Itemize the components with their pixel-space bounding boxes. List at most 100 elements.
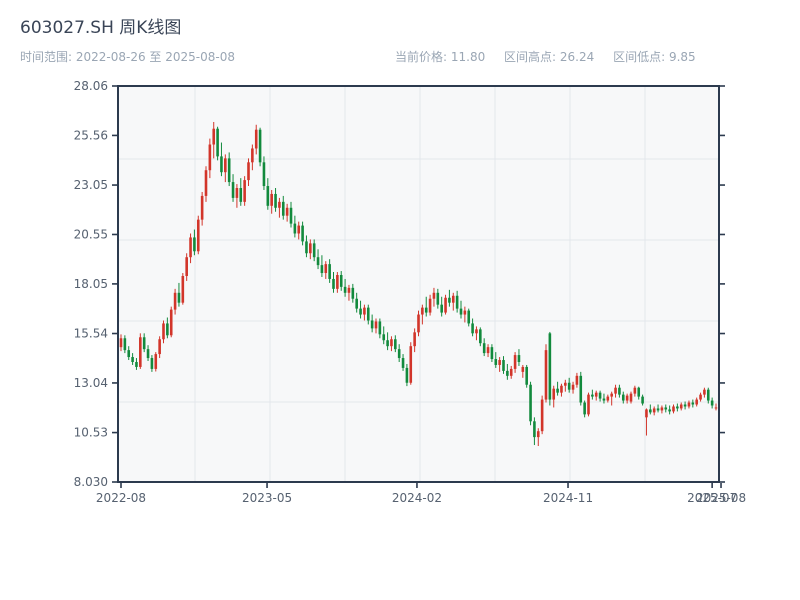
y-axis-label: 15.54: [74, 327, 108, 341]
candle-body: [455, 295, 459, 309]
candle-body: [482, 343, 486, 354]
candle-body: [463, 310, 467, 315]
candle-body: [193, 237, 196, 252]
candle-body: [370, 320, 374, 329]
y-axis-label: 8.030: [74, 475, 108, 489]
candle-body: [274, 193, 277, 208]
candle-body: [621, 394, 625, 401]
candle-body: [289, 207, 293, 224]
candle-body: [390, 339, 393, 347]
y-axis-label: 23.05: [74, 178, 108, 192]
candle-body: [637, 387, 641, 397]
candle-body: [714, 407, 718, 409]
candle-body: [297, 225, 301, 234]
candle-body: [131, 357, 134, 362]
y-axis-label: 18.05: [74, 277, 108, 291]
candle-body: [413, 332, 416, 347]
candle-body: [169, 309, 173, 336]
candle-body: [224, 158, 227, 173]
candle-body: [347, 287, 351, 293]
candle-body: [177, 292, 181, 303]
x-axis-label: 2022-08: [96, 491, 146, 505]
candle-body: [401, 358, 405, 368]
candle-body: [320, 265, 324, 274]
candle-body: [185, 257, 188, 276]
candle-body: [417, 314, 420, 333]
candle-body: [633, 387, 637, 394]
candle-body: [444, 297, 447, 313]
y-axis-label: 20.55: [74, 227, 108, 241]
candle-body: [676, 406, 679, 409]
candle-body: [231, 182, 235, 198]
candle-body: [127, 350, 131, 358]
candle-body: [536, 431, 540, 438]
candle-body: [135, 361, 138, 367]
candle-body: [200, 195, 204, 220]
candle-body: [366, 307, 370, 321]
candle-body: [494, 359, 498, 365]
candle-body: [328, 264, 331, 279]
candle-body: [204, 170, 208, 196]
candle-body: [142, 337, 146, 350]
candle-body: [150, 358, 154, 369]
candle-body: [471, 323, 474, 334]
candle-body: [382, 334, 386, 341]
candle-body: [656, 408, 660, 411]
candle-body: [409, 346, 413, 383]
candle-body: [305, 241, 308, 254]
candle-body: [212, 128, 216, 145]
candle-body: [560, 385, 563, 393]
candle-body: [625, 395, 629, 401]
candle-body: [189, 237, 192, 258]
y-axis-label: 13.04: [74, 376, 108, 390]
candle-body: [432, 292, 436, 299]
x-axis-label: 2025-08: [696, 491, 746, 505]
candle-body: [123, 338, 127, 351]
candle-body: [579, 375, 583, 403]
candle-body: [428, 298, 432, 313]
candle-body: [235, 188, 239, 198]
candle-body: [591, 394, 594, 397]
candle-body: [397, 349, 401, 359]
candle-body: [227, 158, 231, 183]
candle-body: [301, 225, 304, 242]
candle-body: [208, 144, 212, 171]
candle-body: [502, 360, 505, 371]
candle-body: [544, 350, 548, 400]
candle-body: [247, 162, 250, 181]
candle-body: [424, 307, 428, 313]
candle-body: [652, 408, 656, 413]
candle-body: [513, 355, 517, 369]
candle-body: [436, 292, 440, 305]
x-axis-label: 2023-05: [242, 491, 292, 505]
candle-body: [251, 148, 254, 163]
candle-body: [556, 388, 559, 393]
y-axis-label: 25.56: [74, 128, 108, 142]
candle-body: [181, 275, 185, 303]
candle-body: [679, 404, 683, 409]
candle-body: [158, 339, 161, 355]
candle-body: [525, 366, 528, 385]
candle-body: [459, 308, 463, 315]
candle-body: [355, 298, 358, 309]
kline-chart: 28.06 25.56 23.05 20.55 18.05 15.54 13.04 10.53…: [74, 79, 746, 505]
candle-body: [710, 400, 714, 406]
candle-body: [706, 389, 710, 401]
candle-body: [266, 186, 270, 206]
candle-body: [324, 264, 328, 274]
candle-body: [695, 399, 698, 405]
candle-body: [278, 201, 281, 208]
candle-body: [564, 382, 567, 386]
candle-body: [683, 404, 687, 407]
candle-body: [594, 392, 598, 397]
candle-body: [668, 409, 671, 412]
candle-body: [660, 407, 664, 411]
candle-body: [498, 360, 501, 365]
candle-body: [583, 402, 586, 415]
candle-body: [548, 333, 552, 400]
candle-body: [339, 275, 343, 287]
candle-body: [162, 323, 165, 340]
candle-body: [664, 407, 668, 410]
candle-body: [517, 355, 521, 362]
candle-body: [552, 388, 556, 400]
